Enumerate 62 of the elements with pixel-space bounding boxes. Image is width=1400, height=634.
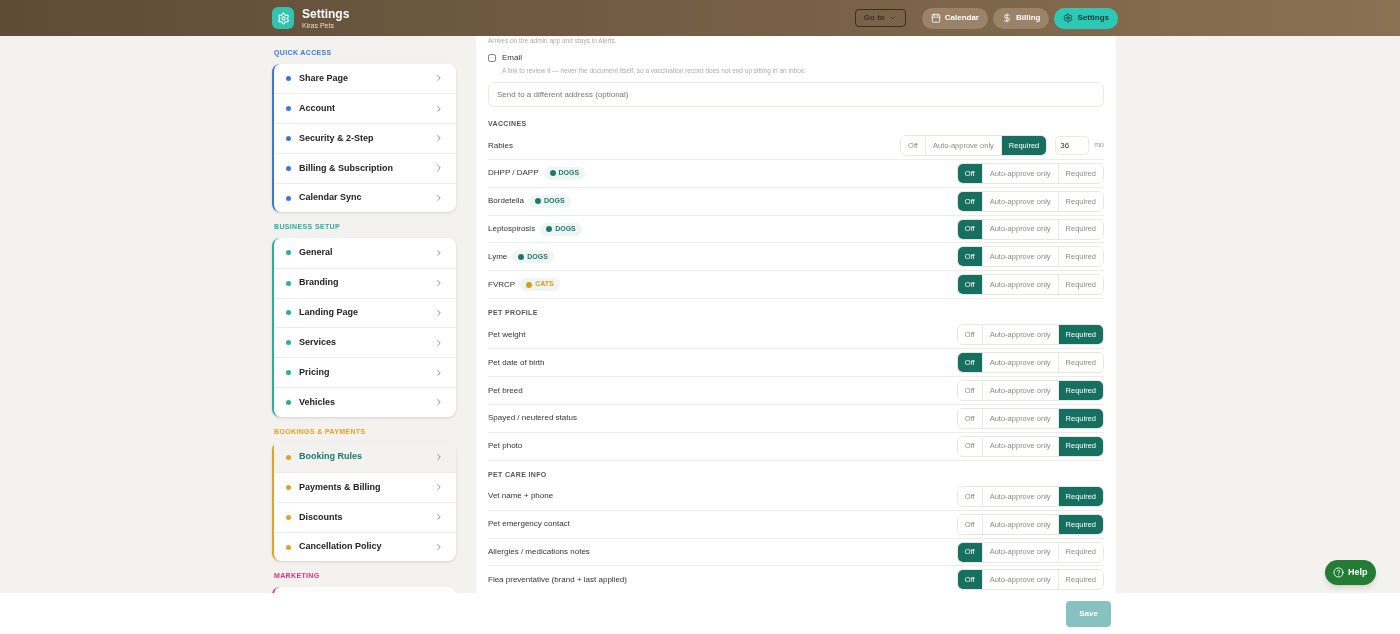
chevron-icon xyxy=(434,367,444,378)
menu-item[interactable]: Landing Page xyxy=(274,297,456,328)
field-label: Pet emergency contact xyxy=(488,518,570,531)
caret-icon xyxy=(888,14,897,22)
field-label: Pet weight xyxy=(488,328,526,341)
page-title: Settings xyxy=(302,7,350,20)
interval-field[interactable]: 36 xyxy=(1055,136,1090,156)
chevron-icon xyxy=(434,452,444,463)
help-button[interactable]: Help xyxy=(1325,560,1376,585)
menu-item[interactable]: General xyxy=(274,238,456,268)
email-label: Email xyxy=(502,52,523,64)
field-label: Pet date of birth xyxy=(488,356,545,369)
chevron-icon xyxy=(434,542,444,553)
nav-tab[interactable]: Calendar xyxy=(921,7,988,29)
chevron-icon xyxy=(434,512,444,523)
menu-item[interactable]: Account xyxy=(274,93,456,124)
field-label: Lyme xyxy=(488,250,508,263)
help-icon xyxy=(1333,567,1344,578)
settings-icon xyxy=(272,7,294,29)
field-label: Pet breed xyxy=(488,384,523,397)
save-button[interactable]: Save xyxy=(1066,600,1111,627)
menu-item[interactable]: Branding xyxy=(274,267,456,298)
menu-item[interactable]: Pricing xyxy=(274,357,456,387)
menu-item[interactable]: Security & 2-Step xyxy=(274,123,456,153)
chevron-icon xyxy=(434,133,444,144)
chevron-icon xyxy=(434,278,444,289)
goto-dropdown[interactable]: Go to xyxy=(854,9,906,27)
menu-item[interactable]: Billing & Subscription xyxy=(274,152,456,183)
chevron-icon xyxy=(434,193,444,204)
chevron-icon xyxy=(434,397,444,408)
dollar-icon xyxy=(1002,13,1012,23)
menu-item[interactable]: Vehicles xyxy=(274,386,456,417)
nav-tab[interactable]: Billing xyxy=(993,7,1050,29)
field-label: Spayed / neutered status xyxy=(488,412,577,425)
menu-item[interactable]: Services xyxy=(274,327,456,358)
menu-item[interactable]: Calendar Sync xyxy=(274,182,456,213)
chevron-icon xyxy=(434,73,444,84)
field-label: Bordetella xyxy=(488,195,525,208)
address-field[interactable]: Send to a different address (optional) xyxy=(488,81,1104,107)
field-label: Rabies xyxy=(488,139,513,152)
email-checkbox[interactable] xyxy=(488,54,496,62)
field-label: FVRCP xyxy=(488,278,516,291)
menu-item[interactable]: Share Page xyxy=(274,63,456,94)
field-label: DHPP / DAPP xyxy=(488,167,539,180)
field-label: Leptospirosis xyxy=(488,223,536,236)
field-label: Allergies / medications notes xyxy=(488,546,590,558)
field-label: Vet name + phone xyxy=(488,490,554,503)
settings-icon xyxy=(1063,13,1074,23)
chevron-icon xyxy=(434,482,444,493)
menu-item[interactable]: Cancellation Policy xyxy=(274,531,456,562)
menu-item[interactable]: Booking Rules xyxy=(274,442,456,473)
chevron-icon xyxy=(434,337,444,348)
menu-item[interactable]: Payments & Billing xyxy=(274,472,456,502)
field-label: Flea preventative (brand + last applied) xyxy=(488,573,627,586)
chevron-icon xyxy=(434,163,444,174)
chevron-icon xyxy=(434,103,444,114)
menu-item[interactable]: Discounts xyxy=(274,501,456,532)
chevron-icon xyxy=(434,307,444,318)
field-label: Pet photo xyxy=(488,440,523,453)
chevron-icon xyxy=(434,247,444,258)
calendar-icon xyxy=(930,13,941,23)
nav-tab[interactable]: Settings xyxy=(1054,7,1118,29)
